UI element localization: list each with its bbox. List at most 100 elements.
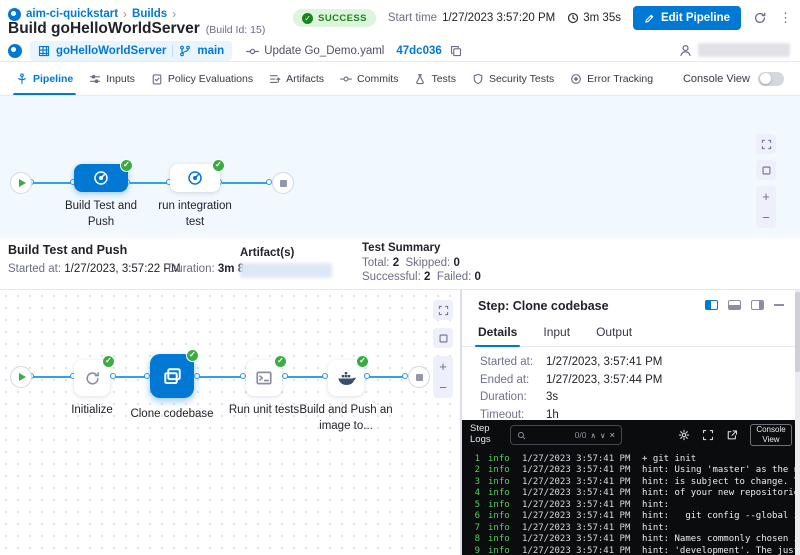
copy-icon[interactable] bbox=[450, 45, 462, 57]
minimize-panel-button[interactable] bbox=[774, 304, 784, 306]
success-check-icon: ✓ bbox=[274, 355, 287, 368]
search-next-button[interactable]: ∨ bbox=[600, 431, 606, 440]
log-lines[interactable]: 1info1/27/2023 3:57:41 PM+ git init 2inf… bbox=[462, 450, 800, 555]
log-header: Step Logs 0/0 ∧ ∨ × Console View bbox=[462, 420, 800, 450]
layout-bottom-panel-button[interactable] bbox=[728, 300, 741, 310]
search-prev-button[interactable]: ∧ bbox=[590, 431, 596, 440]
repo-name: goHelloWorldServer bbox=[56, 45, 166, 57]
tab-security-tests[interactable]: Security Tests bbox=[464, 62, 562, 95]
step-label[interactable]: Build and Push an image to... bbox=[296, 402, 396, 434]
harness-logo-icon bbox=[8, 44, 22, 58]
canvas-zoom-controls: + − bbox=[433, 356, 453, 398]
step-label[interactable]: Clone codebase bbox=[120, 406, 224, 422]
log-line: 4info1/27/2023 3:57:41 PMhint: of your n… bbox=[470, 488, 800, 500]
stage-node-build-test-and-push[interactable]: ✓ bbox=[74, 164, 128, 192]
log-search-box[interactable]: 0/0 ∧ ∨ × bbox=[510, 425, 622, 445]
log-console-view-button[interactable]: Console View bbox=[750, 424, 792, 446]
edit-pipeline-button[interactable]: Edit Pipeline bbox=[633, 6, 741, 30]
pipeline-end-node bbox=[272, 172, 294, 194]
stage-label[interactable]: run integration test bbox=[150, 198, 240, 230]
step-node-build-and-push[interactable]: ✓ bbox=[328, 360, 364, 396]
stage-started-at: Started at: 1/27/2023, 3:57:22 PM bbox=[8, 263, 181, 275]
canvas-expand-button[interactable] bbox=[433, 300, 453, 320]
zoom-out-button[interactable]: − bbox=[439, 380, 447, 395]
breadcrumb: aim-ci-quickstart › Builds › bbox=[8, 7, 176, 21]
zoom-out-button[interactable]: − bbox=[762, 210, 770, 225]
start-time: Start time 1/27/2023 3:57:20 PM bbox=[388, 12, 555, 24]
search-icon bbox=[517, 431, 526, 440]
more-options-button[interactable]: ⋮ bbox=[779, 10, 792, 26]
panel-scrollbar[interactable] bbox=[795, 290, 800, 555]
breadcrumb-builds[interactable]: Builds bbox=[132, 8, 167, 20]
artifacts-label: Artifact(s) bbox=[240, 247, 294, 259]
branch-name: main bbox=[197, 45, 224, 57]
step-details-panel: Step: Clone codebase Details Input Outpu… bbox=[460, 290, 800, 555]
zoom-in-button[interactable]: + bbox=[762, 189, 770, 204]
tab-error-tracking[interactable]: Error Tracking bbox=[562, 62, 661, 95]
stage-graph-canvas: ✓ ✓ Build Test and Push run integration … bbox=[0, 96, 800, 238]
zoom-in-button[interactable]: + bbox=[439, 359, 447, 374]
canvas-fit-button[interactable] bbox=[756, 160, 776, 180]
refresh-icon bbox=[753, 11, 767, 25]
play-icon bbox=[19, 179, 26, 187]
console-view-toggle[interactable] bbox=[758, 72, 784, 86]
log-line: 3info1/27/2023 3:57:41 PMhint: is subjec… bbox=[470, 476, 800, 488]
redacted-artifact-link[interactable] bbox=[240, 263, 332, 278]
tab-tests[interactable]: Tests bbox=[406, 62, 464, 95]
pipeline-icon bbox=[16, 73, 28, 85]
canvas-fit-button[interactable] bbox=[433, 328, 453, 348]
tab-artifacts[interactable]: Artifacts bbox=[261, 62, 332, 95]
status-text: SUCCESS bbox=[318, 13, 367, 24]
test-summary-row-2: Successful: 2 Failed: 0 bbox=[362, 271, 481, 283]
step-graph-canvas: ✓ ✓ ✓ ✓ Initialize Clone codebase Run un… bbox=[0, 290, 459, 555]
stage-duration: Duration: 3m 8s bbox=[168, 263, 250, 275]
step-node-initialize[interactable]: ✓ bbox=[74, 360, 110, 396]
build-pipeline-page: aim-ci-quickstart › Builds › ✓ SUCCESS S… bbox=[0, 0, 800, 555]
step-node-clone-codebase[interactable]: ✓ bbox=[150, 354, 194, 398]
tab-pipeline[interactable]: Pipeline bbox=[8, 62, 81, 95]
refresh-button[interactable] bbox=[753, 11, 767, 25]
ci-gauge-icon bbox=[187, 170, 203, 186]
log-fullscreen-icon[interactable] bbox=[702, 429, 714, 441]
success-check-icon: ✓ bbox=[102, 355, 115, 368]
divider bbox=[172, 45, 173, 57]
tab-inputs[interactable]: Inputs bbox=[81, 62, 143, 95]
step-node-run-unit-tests[interactable]: ✓ bbox=[246, 360, 282, 396]
clone-codebase-icon bbox=[162, 366, 183, 387]
tab-output[interactable]: Output bbox=[596, 325, 632, 346]
canvas-expand-button[interactable] bbox=[756, 134, 776, 154]
start-time-label: Start time bbox=[388, 12, 437, 24]
flask-icon bbox=[414, 73, 426, 85]
field-ended-at: Ended at:1/27/2023, 3:57:44 PM bbox=[480, 374, 662, 386]
branch-icon bbox=[179, 45, 191, 57]
person-icon bbox=[679, 44, 692, 57]
layout-left-split-button[interactable] bbox=[705, 300, 718, 310]
step-panel-title: Step: Clone codebase bbox=[478, 299, 609, 313]
log-line: 1info1/27/2023 3:57:41 PM+ git init bbox=[470, 453, 800, 465]
connector-dot bbox=[364, 373, 370, 379]
log-line: 8info1/27/2023 3:57:41 PMhint: Names com… bbox=[470, 534, 800, 546]
tab-input[interactable]: Input bbox=[543, 325, 570, 346]
stage-node-run-integration-test[interactable]: ✓ bbox=[170, 164, 220, 192]
tab-details[interactable]: Details bbox=[478, 325, 517, 346]
breadcrumb-project[interactable]: aim-ci-quickstart bbox=[26, 8, 118, 20]
stage-label[interactable]: Build Test and Push bbox=[55, 198, 147, 230]
connector-line bbox=[130, 182, 168, 184]
play-icon bbox=[19, 373, 26, 381]
log-open-external-icon[interactable] bbox=[726, 429, 738, 441]
commit-hash-link[interactable]: 47dc036 bbox=[396, 45, 441, 57]
artifacts-list-icon bbox=[269, 73, 281, 85]
connector-dot bbox=[194, 373, 200, 379]
search-close-button[interactable]: × bbox=[609, 430, 615, 441]
layout-right-panel-button[interactable] bbox=[751, 300, 764, 310]
canvas-zoom-controls: + − bbox=[756, 186, 776, 228]
tab-policy-evaluations[interactable]: Policy Evaluations bbox=[143, 62, 261, 95]
clock-icon bbox=[567, 12, 579, 24]
status-badge: ✓ SUCCESS bbox=[293, 9, 376, 27]
repo-branch-pill[interactable]: goHelloWorldServer main bbox=[30, 41, 232, 61]
log-settings-gear-icon[interactable] bbox=[678, 429, 690, 441]
stage-end-node bbox=[408, 366, 430, 388]
tab-commits[interactable]: Commits bbox=[332, 62, 406, 95]
stage-start-node bbox=[10, 366, 32, 388]
fullscreen-icon bbox=[761, 139, 772, 150]
